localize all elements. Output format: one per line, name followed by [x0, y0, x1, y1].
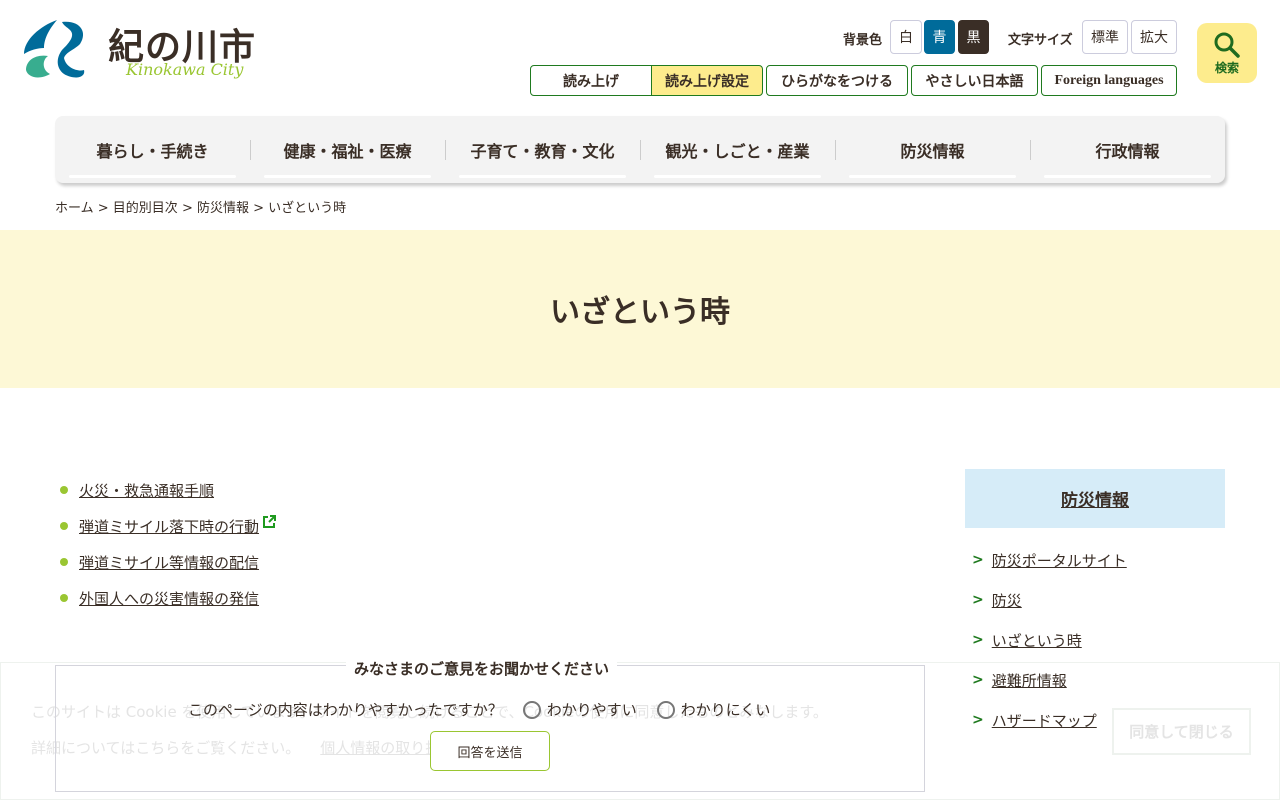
survey-title: みなさまのご意見をお聞かせください: [346, 658, 618, 679]
bg-color-label: 背景色: [843, 33, 883, 48]
read-aloud-button[interactable]: 読み上げ: [530, 65, 652, 96]
radio-hard-label[interactable]: わかりにくい: [681, 699, 771, 720]
font-standard-button[interactable]: 標準: [1082, 20, 1128, 54]
furigana-button[interactable]: ひらがなをつける: [766, 65, 908, 96]
font-large-button[interactable]: 拡大: [1131, 20, 1177, 54]
list-item: 弾道ミサイル等情報の配信: [60, 544, 277, 580]
list-item: 弾道ミサイル落下時の行動: [60, 508, 277, 544]
sidebar-item-shelter[interactable]: 避難所情報: [992, 670, 1067, 691]
easy-japanese-button[interactable]: やさしい日本語: [911, 65, 1038, 96]
radio-hard[interactable]: [656, 700, 675, 719]
bg-blue-button[interactable]: 青: [924, 20, 955, 54]
link-list: 火災・救急通報手順 弾道ミサイル落下時の行動 弾道ミサイル等情報の配信 外国人へ…: [60, 472, 277, 616]
link-missile-action[interactable]: 弾道ミサイル落下時の行動: [79, 516, 259, 537]
link-foreigners[interactable]: 外国人への災害情報の発信: [79, 588, 259, 609]
sidebar-list: > 防災ポータルサイト > 防災 > いざという時 > 避難所情報 > ハザードマップ: [972, 540, 1127, 740]
bg-white-button[interactable]: 白: [890, 20, 922, 54]
city-logo-mark: [24, 20, 85, 78]
search-icon: [1214, 32, 1240, 58]
radio-easy[interactable]: [522, 700, 541, 719]
nav-living[interactable]: 暮らし・手続き: [55, 116, 250, 183]
sidebar-title[interactable]: 防災情報: [965, 469, 1225, 528]
external-link-icon: [263, 515, 277, 528]
sidebar-item-portal[interactable]: 防災ポータルサイト: [992, 550, 1127, 571]
chevron-right-icon: >: [972, 672, 984, 688]
nav-health[interactable]: 健康・福祉・医療: [250, 116, 445, 183]
foreign-languages-button[interactable]: Foreign languages: [1041, 65, 1177, 96]
chevron-right-icon: >: [972, 632, 984, 648]
page-title: いざという時: [0, 230, 1280, 388]
sidebar-item-emergency[interactable]: いざという時: [992, 630, 1082, 651]
breadcrumb-home[interactable]: ホーム: [55, 201, 94, 216]
sidebar-item-hazard-map[interactable]: ハザードマップ: [992, 710, 1097, 731]
global-nav: 暮らし・手続き 健康・福祉・医療 子育て・教育・文化 観光・しごと・産業 防災情…: [55, 116, 1225, 183]
read-aloud-settings-button[interactable]: 読み上げ設定: [651, 65, 763, 96]
sidebar-item-bousai[interactable]: 防災: [992, 590, 1022, 611]
font-size-label: 文字サイズ: [1008, 33, 1073, 48]
link-missile-info[interactable]: 弾道ミサイル等情報の配信: [79, 552, 259, 573]
chevron-right-icon: >: [972, 552, 984, 568]
nav-education[interactable]: 子育て・教育・文化: [445, 116, 640, 183]
logo-subtitle: Kinokawa City: [126, 60, 244, 79]
nav-tourism[interactable]: 観光・しごと・産業: [640, 116, 835, 183]
breadcrumb: ホーム > 目的別目次 > 防災情報 > いざという時: [55, 201, 347, 216]
bg-black-button[interactable]: 黒: [958, 20, 989, 54]
list-item: 火災・救急通報手順: [60, 472, 277, 508]
search-button[interactable]: 検索: [1197, 23, 1257, 83]
breadcrumb-disaster[interactable]: 防災情報: [197, 201, 249, 216]
search-label: 検索: [1214, 60, 1239, 75]
link-fire-emergency[interactable]: 火災・救急通報手順: [79, 480, 214, 501]
nav-government[interactable]: 行政情報: [1030, 116, 1225, 183]
chevron-right-icon: >: [972, 712, 984, 728]
survey-box: みなさまのご意見をお聞かせください このページの内容はわかりやすかったですか？ …: [55, 658, 925, 792]
survey-question: このページの内容はわかりやすかったですか？: [188, 701, 503, 719]
breadcrumb-index[interactable]: 目的別目次: [113, 201, 178, 216]
radio-easy-label[interactable]: わかりやすい: [547, 699, 637, 720]
chevron-right-icon: >: [972, 592, 984, 608]
list-item: 外国人への災害情報の発信: [60, 580, 277, 616]
breadcrumb-current: いざという時: [268, 201, 347, 216]
submit-button[interactable]: 回答を送信: [430, 731, 550, 771]
nav-disaster[interactable]: 防災情報: [835, 116, 1030, 183]
agree-close-button[interactable]: 同意して閉じる: [1112, 708, 1251, 755]
